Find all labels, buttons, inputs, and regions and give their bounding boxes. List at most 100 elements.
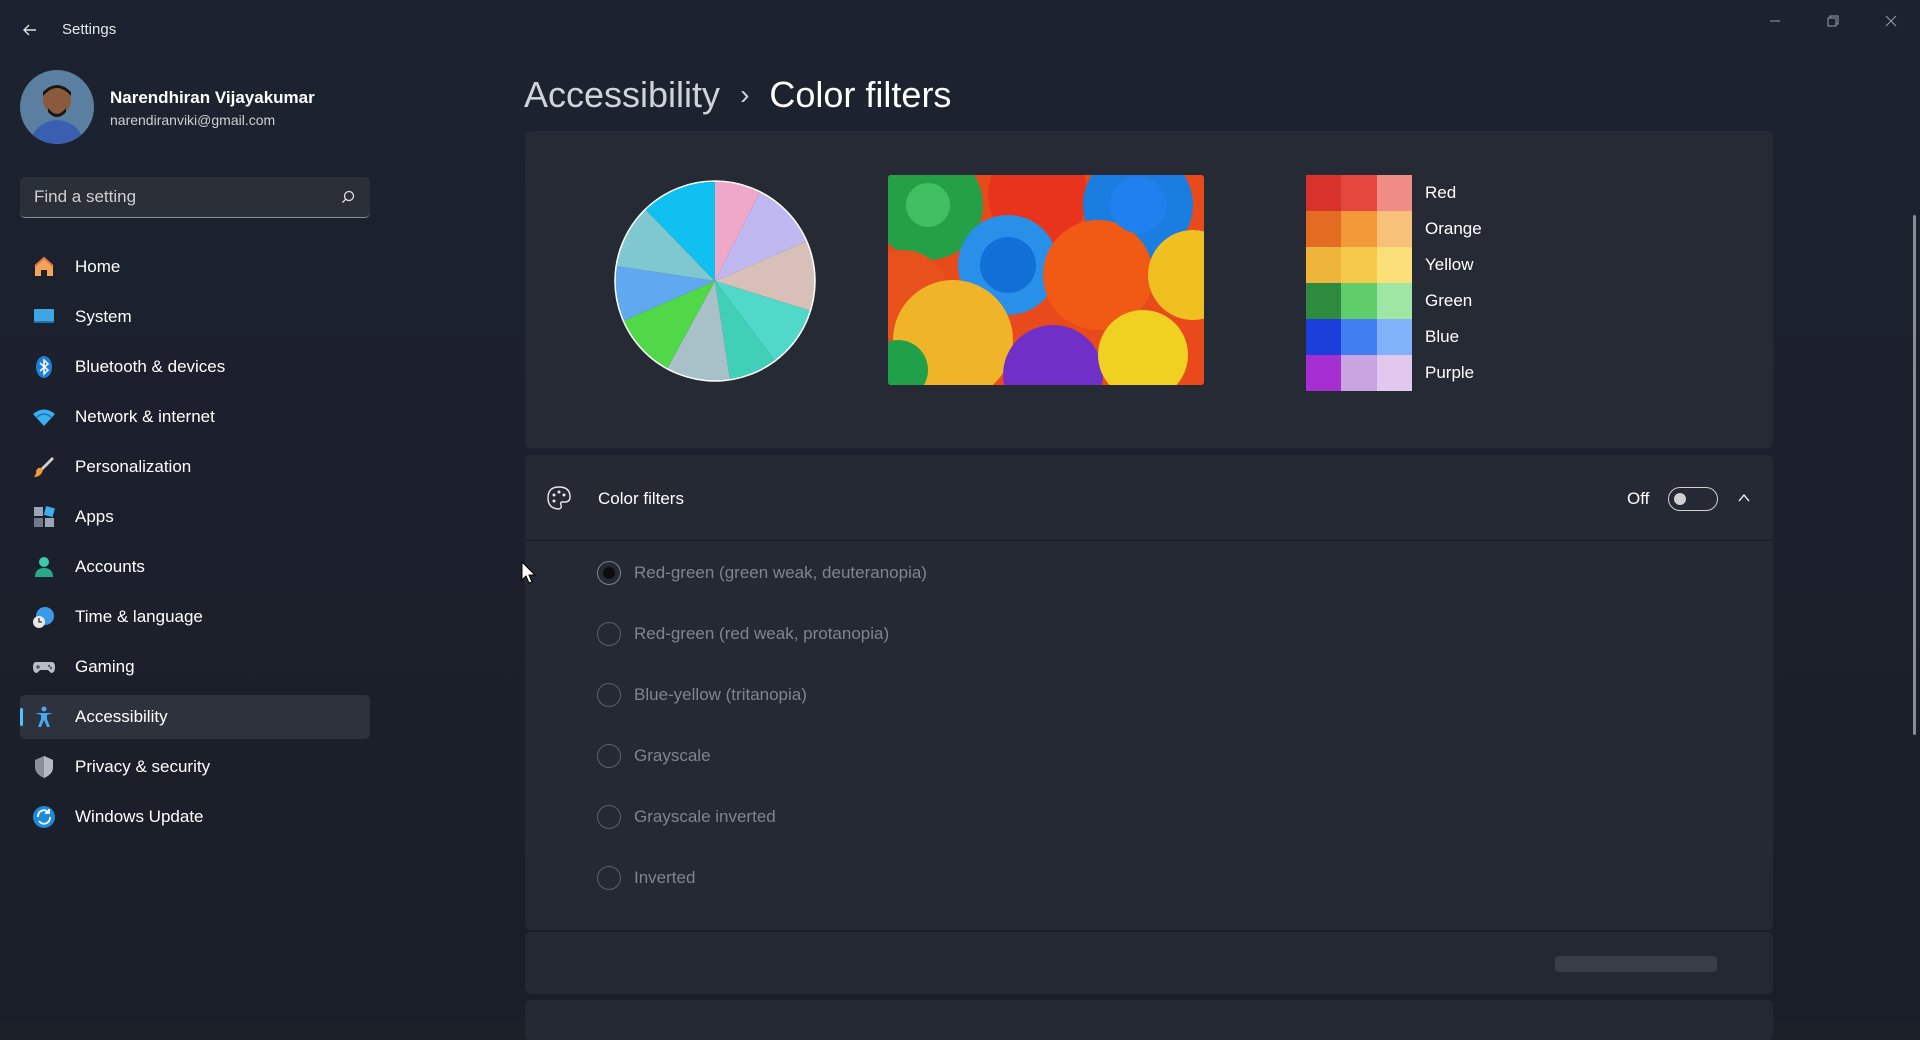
back-arrow-icon [23, 24, 36, 36]
color-filters-header[interactable]: Color filters Off [525, 455, 1773, 541]
swatch [1376, 175, 1412, 211]
user-email: narendiranviki@gmail.com [110, 112, 276, 128]
title-bar: Settings [0, 0, 1920, 60]
sidebar-item-personalization[interactable]: Personalization [20, 445, 370, 489]
sidebar-item-home[interactable]: Home [20, 245, 370, 289]
swatch [1376, 283, 1412, 319]
option-label: Grayscale [634, 746, 711, 765]
collapse-button[interactable] [1731, 485, 1757, 511]
system-icon [32, 305, 56, 329]
search-box[interactable] [20, 177, 370, 218]
scrollbar[interactable] [1913, 215, 1916, 735]
option-label: Blue-yellow (tritanopia) [634, 685, 807, 704]
sidebar-item-accessibility[interactable]: Accessibility [20, 695, 370, 739]
option-label: Red-green (green weak, deuteranopia) [634, 563, 927, 582]
mouse-cursor-icon [521, 561, 537, 584]
home-icon [32, 255, 56, 279]
user-profile[interactable]: Narendhiran Vijayakumar narendiranviki@g… [20, 70, 380, 146]
swatch [1306, 175, 1342, 211]
radio-button[interactable] [597, 744, 621, 768]
sidebar-item-label: Home [75, 257, 121, 276]
bluetooth-icon [32, 355, 56, 379]
swatch [1376, 211, 1412, 247]
search-input[interactable] [34, 177, 334, 217]
search-icon[interactable] [340, 189, 356, 205]
sidebar-item-label: Bluetooth & devices [75, 357, 226, 376]
swatch [1306, 319, 1342, 355]
restore-icon [1827, 15, 1839, 27]
sidebar-item-label: Time & language [75, 607, 203, 626]
color-filters-toggle[interactable] [1668, 487, 1718, 511]
swatch-row-yellow [1306, 247, 1412, 283]
swatch [1306, 211, 1342, 247]
minimize-icon [1770, 20, 1780, 22]
sidebar-nav: Home System Bluetooth & devices Network … [20, 245, 370, 845]
sidebar-item-label: Accessibility [75, 707, 168, 726]
close-icon [1885, 15, 1897, 27]
sidebar-item-accounts[interactable]: Accounts [20, 545, 370, 589]
sidebar-item-time-language[interactable]: Time & language [20, 595, 370, 639]
minimize-button[interactable] [1752, 6, 1798, 36]
shield-icon [32, 755, 56, 779]
sidebar-item-privacy[interactable]: Privacy & security [20, 745, 370, 789]
avatar [20, 70, 94, 144]
color-filters-title: Color filters [598, 489, 684, 508]
option-label: Inverted [634, 868, 696, 887]
color-name: Red [1425, 183, 1457, 202]
color-name: Purple [1425, 363, 1475, 382]
swatch [1306, 355, 1342, 391]
radio-button[interactable] [597, 561, 621, 585]
sidebar-item-label: Apps [75, 507, 114, 526]
swatch-row-orange [1306, 211, 1412, 247]
swatch [1341, 247, 1377, 283]
gamepad-icon [32, 655, 56, 679]
radio-button[interactable] [597, 683, 621, 707]
page-title: Color filters [769, 74, 952, 115]
swatch [1341, 319, 1377, 355]
sidebar-item-label: Personalization [75, 457, 192, 476]
swatch-row-red [1306, 175, 1412, 211]
swatch [1306, 247, 1342, 283]
accessibility-icon [32, 705, 56, 729]
sidebar-item-apps[interactable]: Apps [20, 495, 370, 539]
swatch-row-purple [1306, 355, 1412, 391]
option-label: Grayscale inverted [634, 807, 776, 826]
toggle-state-label: Off [1627, 489, 1650, 508]
swatch [1341, 211, 1377, 247]
sidebar-item-network[interactable]: Network & internet [20, 395, 370, 439]
radio-button[interactable] [597, 622, 621, 646]
wifi-icon [32, 405, 56, 429]
sidebar-item-gaming[interactable]: Gaming [20, 645, 370, 689]
preview-pie-image [614, 180, 816, 382]
sidebar-item-bluetooth[interactable]: Bluetooth & devices [20, 345, 370, 389]
color-filter-preview: Red Orange Yellow Green Blue Purple [525, 131, 1773, 448]
toggle-knob [1674, 493, 1686, 505]
breadcrumb-separator: › [740, 79, 750, 110]
accounts-icon [32, 555, 56, 579]
color-name-list: Red Orange Yellow Green Blue Purple [1425, 175, 1482, 391]
color-name: Orange [1425, 219, 1482, 238]
swatch [1376, 319, 1412, 355]
sidebar-item-windows-update[interactable]: Windows Update [20, 795, 370, 839]
swatch [1376, 355, 1412, 391]
apps-icon [32, 505, 56, 529]
app-title: Settings [62, 21, 117, 38]
sidebar-item-label: Gaming [75, 657, 135, 676]
radio-button[interactable] [597, 805, 621, 829]
restore-button[interactable] [1810, 6, 1856, 36]
sidebar-item-label: System [75, 307, 132, 326]
color-name: Yellow [1425, 255, 1474, 274]
swatch [1376, 247, 1412, 283]
color-name: Blue [1425, 327, 1460, 346]
swatch [1306, 283, 1342, 319]
radio-button[interactable] [597, 866, 621, 890]
sidebar-item-label: Accounts [75, 557, 145, 576]
close-button[interactable] [1868, 6, 1914, 36]
loading-placeholder [1555, 956, 1717, 972]
settings-window: Settings Narendhiran Vijayakumar narendi… [0, 0, 1920, 1040]
swatch [1341, 175, 1377, 211]
breadcrumb-parent[interactable]: Accessibility [524, 74, 720, 116]
back-button[interactable] [16, 16, 44, 44]
sidebar-item-system[interactable]: System [20, 295, 370, 339]
swatch [1341, 355, 1377, 391]
